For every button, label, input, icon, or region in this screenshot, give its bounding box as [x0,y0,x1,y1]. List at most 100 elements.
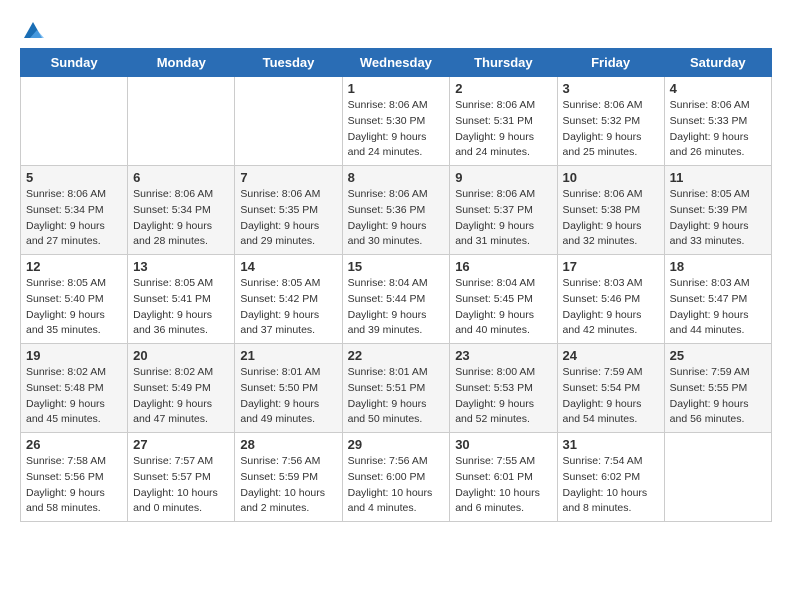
calendar-cell: 18Sunrise: 8:03 AM Sunset: 5:47 PM Dayli… [664,255,771,344]
calendar-cell: 24Sunrise: 7:59 AM Sunset: 5:54 PM Dayli… [557,344,664,433]
calendar-week-2: 5 Sunrise: 8:06 AM Sunset: 5:34 PM Daylig… [21,166,772,255]
day-info: Sunrise: 8:06 AM Sunset: 5:34 PM Dayligh… [133,187,229,250]
calendar-cell: 4Sunrise: 8:06 AM Sunset: 5:33 PM Daylig… [664,77,771,166]
day-info: Sunrise: 7:54 AM Sunset: 6:02 PM Dayligh… [563,454,659,517]
day-info: Sunrise: 8:06 AM Sunset: 5:32 PM Dayligh… [563,98,659,161]
day-number: 31 [563,437,659,452]
calendar-cell: 19 Sunrise: 8:02 AM Sunset: 5:48 PM Dayli… [21,344,128,433]
day-info: Sunrise: 8:05 AM Sunset: 5:41 PM Dayligh… [133,276,229,339]
weekday-header-sunday: Sunday [21,49,128,77]
day-info: Sunrise: 7:58 AM Sunset: 5:56 PM Dayligh… [26,454,122,517]
day-number: 14 [240,259,336,274]
day-number: 13 [133,259,229,274]
calendar-cell: 25 Sunrise: 7:59 AM Sunset: 5:55 PM Dayli… [664,344,771,433]
day-number: 21 [240,348,336,363]
weekday-header-saturday: Saturday [664,49,771,77]
day-info: Sunrise: 8:03 AM Sunset: 5:46 PM Dayligh… [563,276,659,339]
day-number: 25 [670,348,766,363]
calendar-cell [664,433,771,522]
calendar-week-1: 1 Sunrise: 8:06 AM Sunset: 5:30 PM Daylig… [21,77,772,166]
day-number: 9 [455,170,551,185]
day-info: Sunrise: 8:06 AM Sunset: 5:35 PM Dayligh… [240,187,336,250]
day-info: Sunrise: 8:05 AM Sunset: 5:42 PM Dayligh… [240,276,336,339]
calendar-week-4: 19 Sunrise: 8:02 AM Sunset: 5:48 PM Dayli… [21,344,772,433]
day-info: Sunrise: 8:06 AM Sunset: 5:34 PM Dayligh… [26,187,122,250]
day-info: Sunrise: 8:06 AM Sunset: 5:37 PM Dayligh… [455,187,551,250]
calendar-cell: 23 Sunrise: 8:00 AM Sunset: 5:53 PM Dayli… [450,344,557,433]
day-number: 19 [26,348,122,363]
day-info: Sunrise: 7:56 AM Sunset: 6:00 PM Dayligh… [348,454,445,517]
day-number: 18 [670,259,766,274]
page-header [20,20,772,38]
weekday-header-thursday: Thursday [450,49,557,77]
day-info: Sunrise: 8:05 AM Sunset: 5:40 PM Dayligh… [26,276,122,339]
calendar-cell: 6 Sunrise: 8:06 AM Sunset: 5:34 PM Daylig… [128,166,235,255]
day-info: Sunrise: 8:06 AM Sunset: 5:30 PM Dayligh… [348,98,445,161]
calendar-cell [235,77,342,166]
day-number: 10 [563,170,659,185]
calendar-cell: 8 Sunrise: 8:06 AM Sunset: 5:36 PM Daylig… [342,166,450,255]
calendar-cell: 5 Sunrise: 8:06 AM Sunset: 5:34 PM Daylig… [21,166,128,255]
calendar-cell: 20 Sunrise: 8:02 AM Sunset: 5:49 PM Dayli… [128,344,235,433]
day-number: 26 [26,437,122,452]
calendar-cell: 2Sunrise: 8:06 AM Sunset: 5:31 PM Daylig… [450,77,557,166]
calendar-cell: 17 Sunrise: 8:03 AM Sunset: 5:46 PM Dayli… [557,255,664,344]
day-info: Sunrise: 8:04 AM Sunset: 5:45 PM Dayligh… [455,276,551,339]
day-number: 29 [348,437,445,452]
calendar-cell: 9 Sunrise: 8:06 AM Sunset: 5:37 PM Daylig… [450,166,557,255]
day-number: 11 [670,170,766,185]
calendar-cell: 27Sunrise: 7:57 AM Sunset: 5:57 PM Dayli… [128,433,235,522]
day-number: 28 [240,437,336,452]
day-number: 20 [133,348,229,363]
day-number: 3 [563,81,659,96]
calendar-cell: 12 Sunrise: 8:05 AM Sunset: 5:40 PM Dayli… [21,255,128,344]
day-number: 15 [348,259,445,274]
calendar-cell: 3 Sunrise: 8:06 AM Sunset: 5:32 PM Daylig… [557,77,664,166]
day-info: Sunrise: 8:04 AM Sunset: 5:44 PM Dayligh… [348,276,445,339]
calendar-cell [128,77,235,166]
day-info: Sunrise: 7:57 AM Sunset: 5:57 PM Dayligh… [133,454,229,517]
day-info: Sunrise: 8:05 AM Sunset: 5:39 PM Dayligh… [670,187,766,250]
day-info: Sunrise: 8:06 AM Sunset: 5:31 PM Dayligh… [455,98,551,161]
calendar-cell: 13 Sunrise: 8:05 AM Sunset: 5:41 PM Dayli… [128,255,235,344]
calendar-cell: 15 Sunrise: 8:04 AM Sunset: 5:44 PM Dayli… [342,255,450,344]
calendar-cell: 10 Sunrise: 8:06 AM Sunset: 5:38 PM Dayli… [557,166,664,255]
day-number: 17 [563,259,659,274]
day-info: Sunrise: 7:59 AM Sunset: 5:55 PM Dayligh… [670,365,766,428]
day-number: 7 [240,170,336,185]
day-info: Sunrise: 8:01 AM Sunset: 5:50 PM Dayligh… [240,365,336,428]
day-info: Sunrise: 8:06 AM Sunset: 5:33 PM Dayligh… [670,98,766,161]
day-number: 22 [348,348,445,363]
day-info: Sunrise: 7:55 AM Sunset: 6:01 PM Dayligh… [455,454,551,517]
calendar-cell: 16 Sunrise: 8:04 AM Sunset: 5:45 PM Dayli… [450,255,557,344]
day-number: 1 [348,81,445,96]
calendar-cell: 30Sunrise: 7:55 AM Sunset: 6:01 PM Dayli… [450,433,557,522]
calendar-cell: 22 Sunrise: 8:01 AM Sunset: 5:51 PM Dayli… [342,344,450,433]
calendar-week-5: 26 Sunrise: 7:58 AM Sunset: 5:56 PM Dayli… [21,433,772,522]
weekday-header-row: SundayMondayTuesdayWednesdayThursdayFrid… [21,49,772,77]
weekday-header-friday: Friday [557,49,664,77]
day-number: 12 [26,259,122,274]
calendar-cell: 11 Sunrise: 8:05 AM Sunset: 5:39 PM Dayli… [664,166,771,255]
day-info: Sunrise: 8:02 AM Sunset: 5:49 PM Dayligh… [133,365,229,428]
logo-icon [22,20,44,42]
day-number: 6 [133,170,229,185]
day-info: Sunrise: 8:06 AM Sunset: 5:36 PM Dayligh… [348,187,445,250]
weekday-header-monday: Monday [128,49,235,77]
day-info: Sunrise: 8:02 AM Sunset: 5:48 PM Dayligh… [26,365,122,428]
day-info: Sunrise: 7:59 AM Sunset: 5:54 PM Dayligh… [563,365,659,428]
calendar-cell: 21 Sunrise: 8:01 AM Sunset: 5:50 PM Dayli… [235,344,342,433]
day-number: 16 [455,259,551,274]
day-info: Sunrise: 8:00 AM Sunset: 5:53 PM Dayligh… [455,365,551,428]
calendar-cell: 28 Sunrise: 7:56 AM Sunset: 5:59 PM Dayli… [235,433,342,522]
logo [20,20,46,38]
calendar-cell: 29 Sunrise: 7:56 AM Sunset: 6:00 PM Dayli… [342,433,450,522]
day-info: Sunrise: 8:06 AM Sunset: 5:38 PM Dayligh… [563,187,659,250]
day-info: Sunrise: 7:56 AM Sunset: 5:59 PM Dayligh… [240,454,336,517]
day-info: Sunrise: 8:01 AM Sunset: 5:51 PM Dayligh… [348,365,445,428]
calendar-cell: 31 Sunrise: 7:54 AM Sunset: 6:02 PM Dayli… [557,433,664,522]
day-number: 8 [348,170,445,185]
day-number: 5 [26,170,122,185]
day-number: 23 [455,348,551,363]
calendar-week-3: 12 Sunrise: 8:05 AM Sunset: 5:40 PM Dayli… [21,255,772,344]
